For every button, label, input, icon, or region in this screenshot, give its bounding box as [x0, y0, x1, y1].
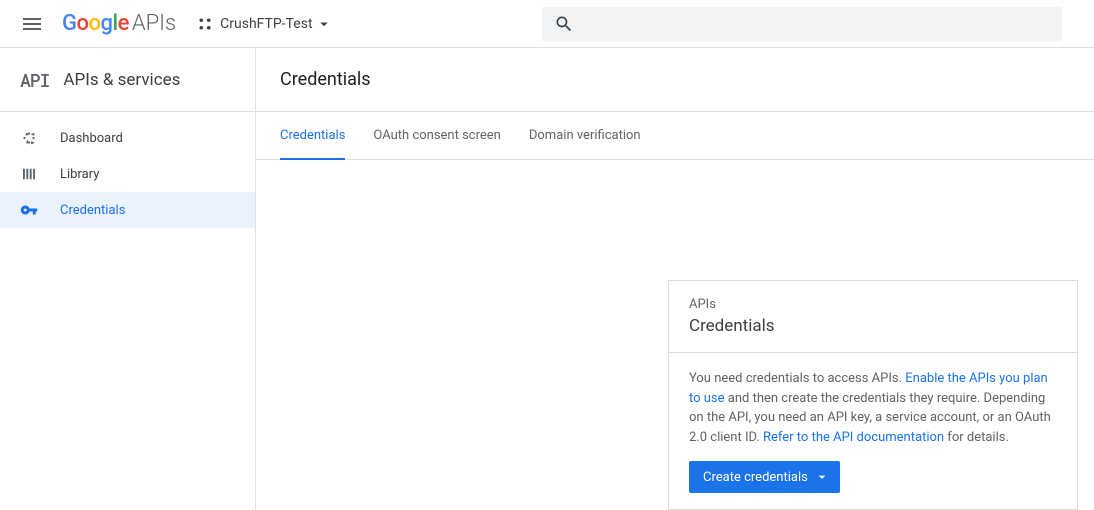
apis-logo-text: APIs [132, 11, 176, 36]
search-box[interactable] [542, 7, 1062, 41]
sidebar-item-label: Credentials [60, 203, 125, 218]
google-apis-logo[interactable]: Google APIs [62, 11, 176, 36]
page-title: Credentials [280, 69, 371, 90]
api-badge: API [20, 68, 49, 92]
dropdown-icon [315, 15, 333, 33]
tab-domain-verification[interactable]: Domain verification [529, 112, 641, 160]
sidebar-item-label: Dashboard [60, 131, 123, 146]
card-title: Credentials [689, 316, 1057, 336]
create-credentials-button[interactable]: Create credentials [689, 461, 840, 493]
sidebar-nav: Dashboard Library Credentials [0, 112, 255, 228]
credentials-card: APIs Credentials You need credentials to… [668, 280, 1078, 510]
top-header: Google APIs CrushFTP-Test [0, 0, 1094, 48]
sidebar-item-dashboard[interactable]: Dashboard [0, 120, 255, 156]
sidebar-item-library[interactable]: Library [0, 156, 255, 192]
tab-credentials[interactable]: Credentials [280, 112, 345, 160]
page-header: Credentials [256, 48, 1094, 112]
search-icon [554, 14, 574, 34]
sidebar-title: APIs & services [63, 70, 180, 90]
search-container [542, 7, 1062, 41]
google-logo-text: Google [62, 11, 129, 36]
card-supertitle: APIs [689, 297, 1057, 312]
card-text: You need credentials to access APIs. [689, 371, 905, 386]
sidebar-item-credentials[interactable]: Credentials [0, 192, 255, 228]
project-icon [196, 15, 214, 33]
library-icon [20, 165, 38, 183]
sidebar-header: API APIs & services [0, 48, 255, 112]
sidebar-item-label: Library [60, 167, 99, 182]
tab-bar: Credentials OAuth consent screen Domain … [256, 112, 1094, 160]
card-header: APIs Credentials [669, 281, 1077, 353]
dashboard-icon [20, 129, 38, 147]
project-selector[interactable]: CrushFTP-Test [196, 15, 332, 33]
key-icon [20, 201, 38, 219]
main-content: Credentials Credentials OAuth consent sc… [256, 48, 1094, 510]
project-name: CrushFTP-Test [220, 16, 312, 32]
card-body: You need credentials to access APIs. Ena… [669, 353, 1077, 509]
api-documentation-link[interactable]: Refer to the API documentation [763, 430, 944, 445]
sidebar: API APIs & services Dashboard Library Cr… [0, 48, 256, 510]
card-text: for details. [944, 430, 1009, 445]
dropdown-icon [814, 469, 830, 485]
tab-oauth-consent[interactable]: OAuth consent screen [373, 112, 500, 160]
button-label: Create credentials [703, 470, 808, 485]
hamburger-menu-icon[interactable] [20, 12, 44, 36]
